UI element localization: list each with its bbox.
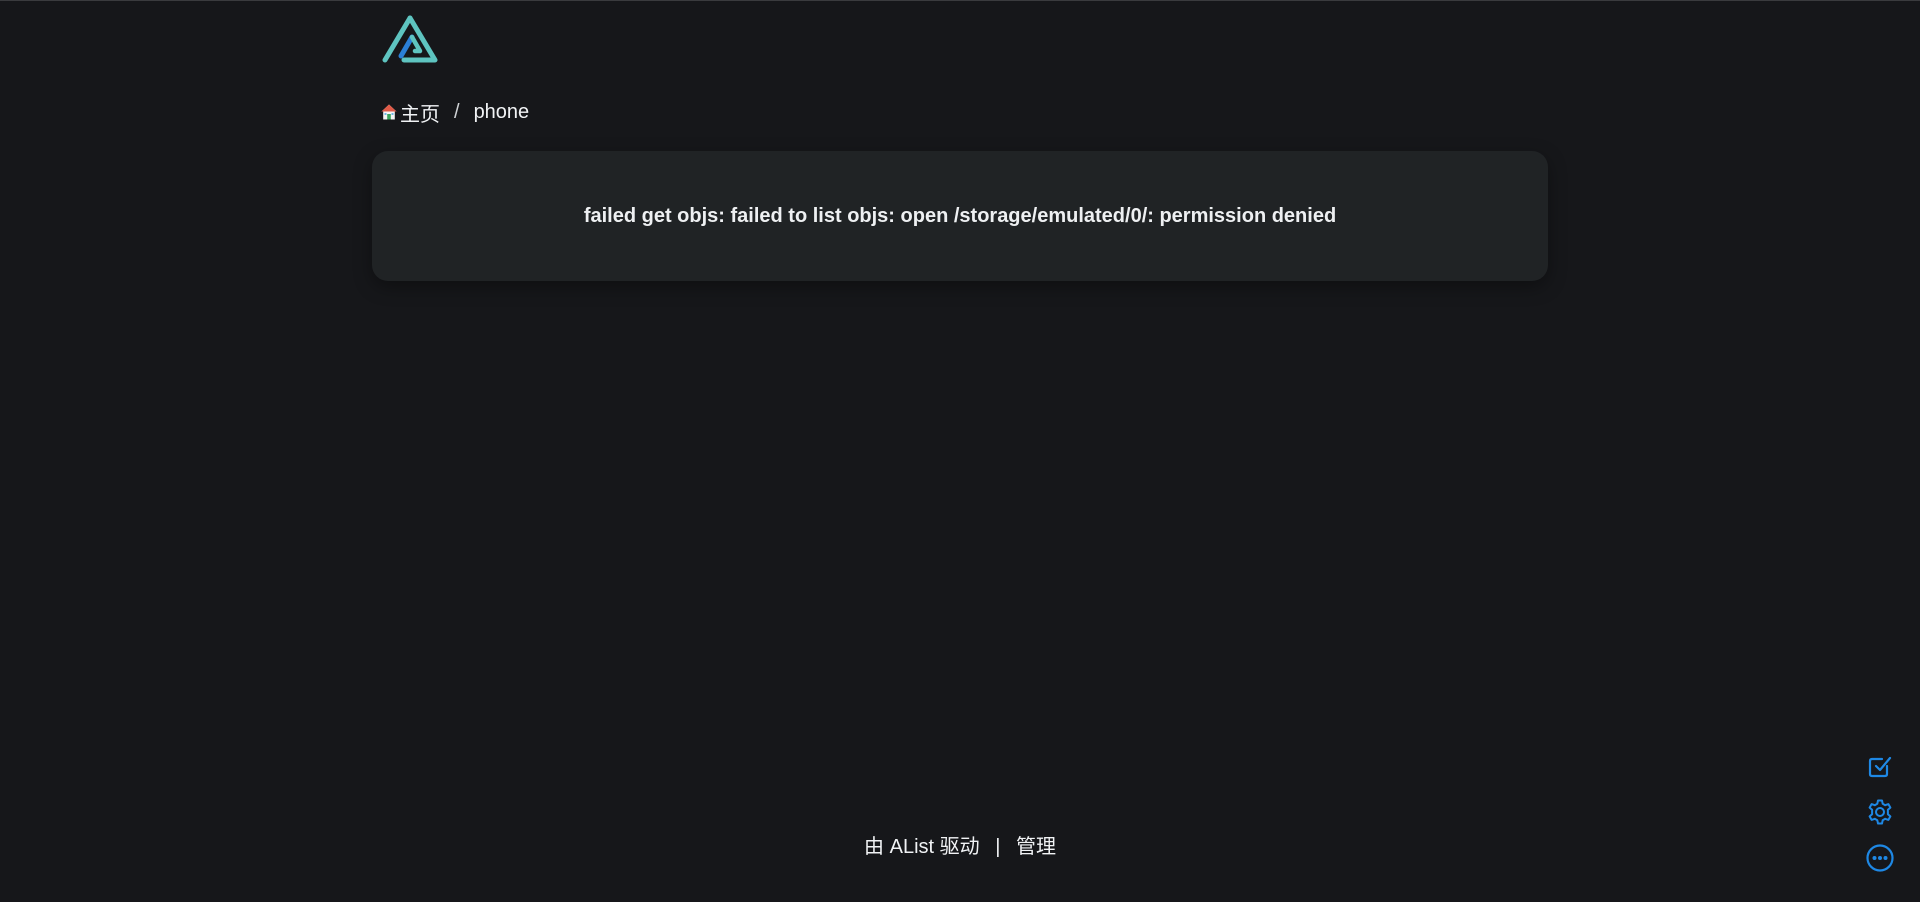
breadcrumb-current[interactable]: phone bbox=[474, 101, 530, 124]
error-message: failed get objs: failed to list objs: op… bbox=[583, 204, 1337, 227]
breadcrumb: 主页 / phone bbox=[380, 98, 529, 126]
manage-link[interactable]: 管理 bbox=[1016, 836, 1056, 858]
checkbox-icon bbox=[1868, 756, 1892, 778]
breadcrumb-separator: / bbox=[454, 100, 460, 123]
alist-logo-icon[interactable] bbox=[382, 15, 438, 63]
side-toolbar bbox=[1864, 750, 1896, 874]
powered-by-text[interactable]: 由 AList 驱动 bbox=[864, 836, 980, 858]
footer-divider: | bbox=[995, 836, 1001, 858]
house-icon bbox=[381, 104, 397, 120]
more-button[interactable] bbox=[1864, 842, 1896, 874]
more-circle-icon bbox=[1866, 844, 1894, 872]
settings-button[interactable] bbox=[1864, 796, 1896, 828]
top-border bbox=[0, 0, 1920, 1]
error-card: failed get objs: failed to list objs: op… bbox=[372, 151, 1548, 281]
gear-icon bbox=[1868, 799, 1892, 825]
footer: 由 AList 驱动 | 管理 bbox=[0, 830, 1920, 859]
select-mode-button[interactable] bbox=[1864, 750, 1896, 782]
breadcrumb-home-link[interactable]: 主页 bbox=[400, 98, 440, 127]
